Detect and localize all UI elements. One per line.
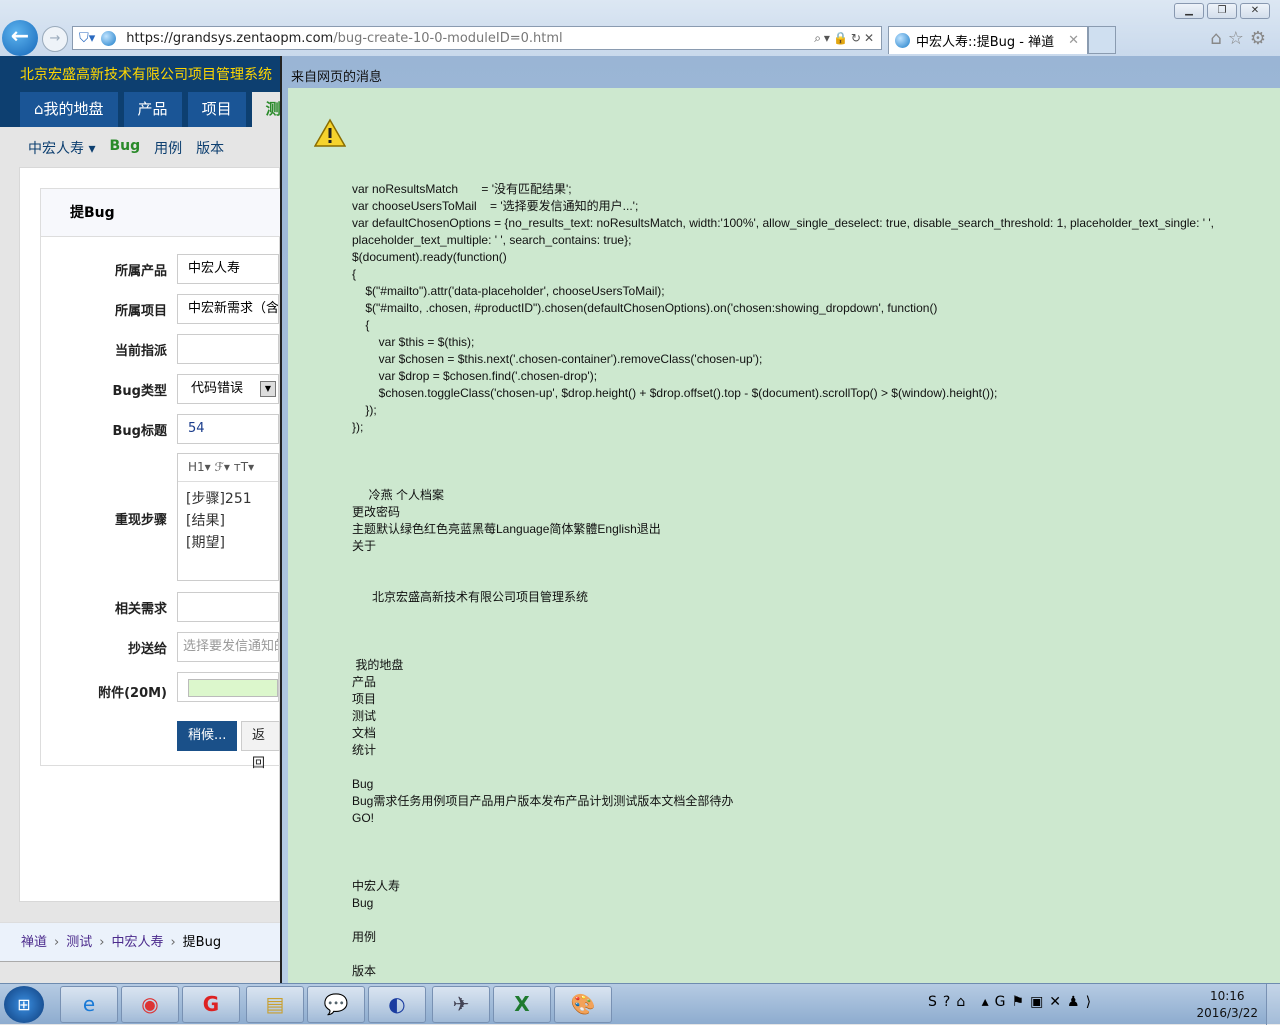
paint-taskbar-icon[interactable]: 🎨 (554, 986, 612, 1023)
breadcrumb-product[interactable]: 中宏人寿 (111, 923, 163, 961)
breadcrumb-test[interactable]: 测试 (66, 923, 92, 961)
browser-tab[interactable]: 中宏人寿::提Bug - 禅道 ✕ (888, 26, 1088, 54)
product-select[interactable]: 中宏人寿 (177, 254, 279, 284)
tab-favicon-icon (895, 33, 910, 48)
clock[interactable]: 10:16 2016/3/22 (1196, 988, 1258, 1022)
window-controls: ▁ ❐ ✕ (1174, 3, 1270, 19)
form-heading: 提Bug (41, 189, 280, 237)
story-select[interactable] (177, 592, 279, 622)
tab-title: 中宏人寿::提Bug - 禅道 (916, 35, 1055, 50)
site-title: 北京宏盛高新技术有限公司项目管理系统 (20, 67, 272, 83)
home-icon: ⌂ (34, 100, 44, 118)
sub-nav: 中宏人寿 ▾ Bug 用例 版本 (28, 138, 224, 158)
product-switcher[interactable]: 中宏人寿 ▾ (28, 138, 95, 158)
chrome-taskbar-icon[interactable]: ◉ (121, 986, 179, 1023)
subnav-case[interactable]: 用例 (154, 138, 182, 158)
new-tab-button[interactable] (1088, 26, 1116, 54)
breadcrumb: 禅道 › 测试 › 中宏人寿 › 提Bug (0, 922, 280, 962)
address-bar[interactable]: ⛉▾ https://grandsys.zentaopm.com/bug-cre… (72, 26, 882, 50)
product-label: 所属产品 (114, 264, 167, 279)
assign-select[interactable] (177, 334, 279, 364)
excel-taskbar-icon[interactable]: X (493, 986, 551, 1023)
back-button[interactable]: ← (2, 20, 38, 56)
start-button[interactable]: ⊞ (4, 986, 44, 1023)
restore-button[interactable]: ❐ (1207, 3, 1237, 19)
dialog-message: var noResultsMatch = '没有匹配结果'; var choos… (352, 182, 1215, 978)
home-icon[interactable]: ⌂ (1210, 28, 1227, 49)
shield-icon: ⛉▾ (79, 30, 96, 46)
tab-close-icon[interactable]: ✕ (1068, 33, 1079, 48)
editor-toolbar[interactable]: H1▾ ℱ▾ ᴛT▾ (178, 454, 278, 482)
nav-product[interactable]: 产品 (123, 92, 182, 127)
site-icon (101, 30, 117, 46)
address-tools-icons[interactable]: ⌕▾🔒↻✕ (814, 31, 877, 46)
explorer-taskbar-icon[interactable]: ▤ (246, 986, 304, 1023)
story-label: 相关需求 (114, 602, 167, 617)
wechat-taskbar-icon[interactable]: 💬 (307, 986, 365, 1023)
minimize-button[interactable]: ▁ (1174, 3, 1204, 19)
gear-icon[interactable]: ⚙ (1250, 28, 1272, 49)
breadcrumb-current: 提Bug (182, 935, 222, 950)
app-g-taskbar-icon[interactable]: G (182, 986, 240, 1023)
favorites-star-icon[interactable]: ☆ (1228, 28, 1250, 49)
chevron-right-icon: › (170, 935, 176, 950)
taskbar: ⊞ e ◉ G ▤ 💬 ◐ ✈ X 🎨 S?⌂ ▴G⚑▣✕♟⟩ 10:16 201… (0, 983, 1280, 1025)
url-path: /bug-create-10-0-moduleID=0.html (333, 30, 563, 46)
show-desktop-button[interactable] (1266, 984, 1280, 1025)
app-blue-taskbar-icon[interactable]: ◐ (368, 986, 426, 1023)
dialog-body: var noResultsMatch = '没有匹配结果'; var choos… (288, 88, 1280, 984)
subnav-build[interactable]: 版本 (196, 138, 224, 158)
nav-my[interactable]: ⌂我的地盘 (20, 92, 118, 127)
ie-taskbar-icon[interactable]: e (60, 986, 118, 1023)
save-button[interactable]: 稍候... (177, 721, 238, 751)
subnav-bug[interactable]: Bug (109, 138, 140, 158)
alert-dialog: 来自网页的消息 var noResultsMatch = '没有匹配结果'; v… (280, 56, 1280, 984)
chevron-right-icon: › (99, 935, 105, 950)
type-value: 代码错误 (191, 381, 244, 396)
nav-label: 我的地盘 (43, 100, 104, 118)
product-name: 中宏人寿 (28, 141, 84, 157)
steps-editor[interactable]: H1▾ ℱ▾ ᴛT▾ [步骤]251 [结果] [期望] (177, 453, 279, 581)
system-tray-icons[interactable]: S?⌂ ▴G⚑▣✕♟⟩ (928, 994, 1097, 1010)
mailto-input[interactable]: 选择要发信通知的 (177, 632, 279, 662)
type-label: Bug类型 (112, 384, 167, 399)
mailto-label: 抄送给 (127, 642, 167, 657)
steps-line: [步骤]251 (186, 491, 252, 507)
steps-line: [结果] (186, 513, 225, 529)
steps-line: [期望] (186, 535, 225, 551)
close-button[interactable]: ✕ (1240, 3, 1270, 19)
main-nav: ⌂我的地盘 产品 项目 测 (20, 92, 295, 127)
chevron-right-icon: › (54, 935, 60, 950)
clock-time: 10:16 (1209, 989, 1245, 1003)
assign-label: 当前指派 (114, 344, 167, 359)
nav-project[interactable]: 项目 (187, 92, 246, 127)
back-button[interactable]: 返回 (241, 721, 280, 771)
forward-button[interactable]: → (42, 26, 68, 52)
title-input[interactable]: 54 (177, 414, 279, 444)
title-label: Bug标题 (112, 424, 167, 439)
file-upload[interactable] (177, 672, 279, 702)
project-label: 所属项目 (114, 304, 167, 319)
warning-icon (314, 118, 346, 147)
files-label: 附件(20M) (98, 686, 167, 701)
url-host: https://grandsys.zentaopm.com (126, 30, 334, 46)
breadcrumb-zentao[interactable]: 禅道 (21, 923, 47, 961)
dialog-title: 来自网页的消息 (291, 70, 383, 85)
project-select[interactable]: 中宏新需求（含 (177, 294, 279, 324)
browser-tools: ⌂☆⚙ (1210, 28, 1272, 49)
bug-create-form: 提Bug 所属产品 中宏人寿 所属项目 中宏新需求（含 当前指派 Bug类型 代码错误… (40, 188, 280, 771)
dropdown-arrow-icon[interactable]: ▼ (260, 381, 276, 397)
clock-date: 2016/3/22 (1196, 1006, 1258, 1020)
app-turtle-taskbar-icon[interactable]: ✈ (432, 986, 490, 1023)
browser-chrome: ▁ ❐ ✕ ← → ⛉▾ https://grandsys.zentaopm.c… (0, 0, 1280, 56)
file-input[interactable] (188, 679, 278, 697)
type-select[interactable]: 代码错误 ▼ (177, 374, 279, 404)
steps-label: 重现步骤 (114, 513, 167, 528)
